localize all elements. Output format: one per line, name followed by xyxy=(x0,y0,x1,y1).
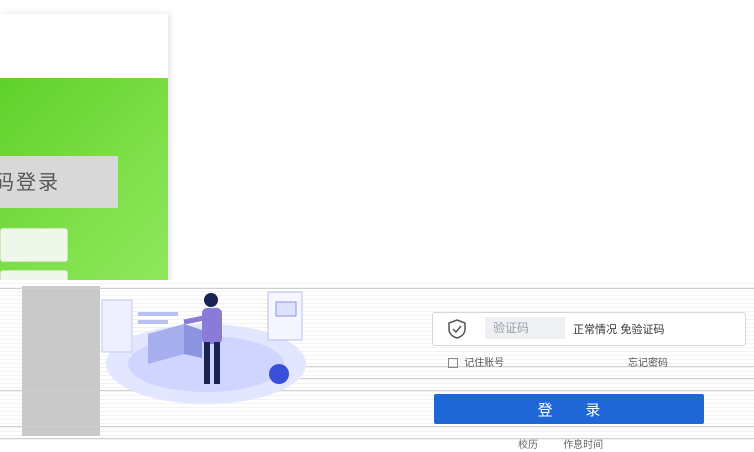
captcha-hint: 正常情况 免验证码 xyxy=(573,323,665,336)
forgot-password-link[interactable]: 忘记密码 xyxy=(628,354,668,369)
gray-strip xyxy=(22,286,100,436)
captcha-input[interactable] xyxy=(485,317,565,339)
shield-icon xyxy=(448,319,466,339)
login-illustration xyxy=(101,291,306,404)
login-button[interactable]: 登 录 xyxy=(434,394,704,424)
footer-links: 校历 作息时间 xyxy=(518,436,625,451)
tab-password-login[interactable]: 码登录 xyxy=(0,156,118,208)
left-login-panel: 码登录 xyxy=(0,14,168,284)
captcha-row: 正常情况 免验证码 xyxy=(432,312,746,346)
schedule-link[interactable]: 作息时间 xyxy=(563,440,603,451)
remember-account-checkbox[interactable]: 记住账号 xyxy=(448,354,504,369)
username-field[interactable] xyxy=(0,228,68,262)
login-card: 正常情况 免验证码 记住账号 忘记密码 登 录 校历 作息时间 xyxy=(430,282,754,452)
checkbox-icon[interactable] xyxy=(448,358,458,368)
remember-account-label: 记住账号 xyxy=(464,358,505,369)
calendar-link[interactable]: 校历 xyxy=(518,440,538,451)
